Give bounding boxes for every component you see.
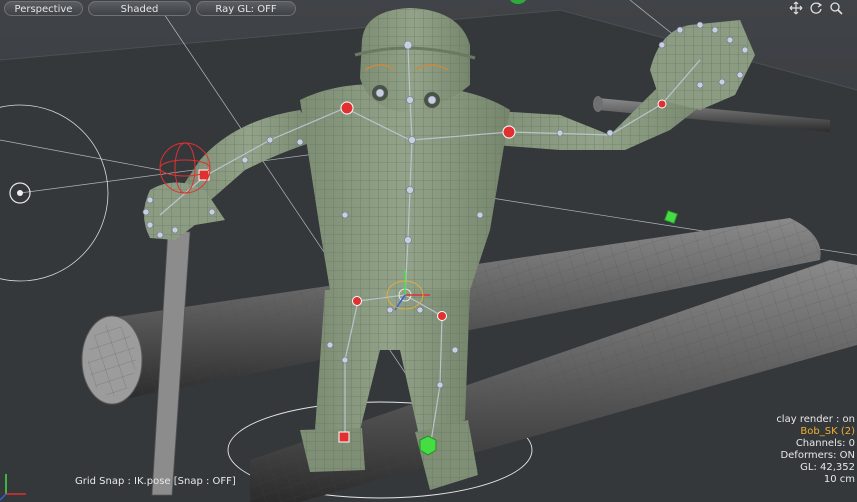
- deformers-label: Deformers: ON: [780, 450, 855, 461]
- active-item-label: Bob_SK (2): [800, 426, 855, 437]
- channels-label: Channels: 0: [795, 438, 855, 449]
- view-mode-button[interactable]: Perspective: [4, 1, 83, 16]
- snap-status: Grid Snap : IK.pose [Snap : OFF]: [75, 476, 236, 487]
- clay-render-label: clay render : on: [776, 414, 855, 425]
- rotate-view-icon[interactable]: [809, 1, 823, 15]
- scene-render[interactable]: [0, 0, 857, 502]
- light-locator-center: [17, 190, 23, 196]
- raygl-button[interactable]: Ray GL: OFF: [196, 1, 296, 16]
- viewport-info-panel: clay render : on Bob_SK (2) Channels: 0 …: [776, 414, 855, 486]
- grid-scale-label: 10 cm: [823, 474, 855, 485]
- zoom-view-icon[interactable]: [829, 1, 843, 15]
- shading-button[interactable]: Shaded: [88, 1, 191, 16]
- 3d-viewport[interactable]: Perspective Shaded Ray GL: OFF clay rend…: [0, 0, 857, 502]
- gl-count-label: GL: 42,352: [800, 462, 855, 473]
- move-view-icon[interactable]: [789, 1, 803, 15]
